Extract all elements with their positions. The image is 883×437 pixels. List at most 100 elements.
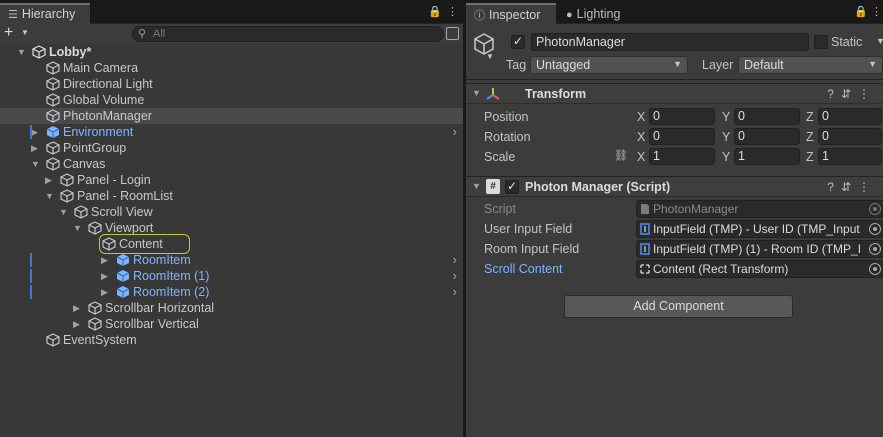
static-checkbox[interactable] xyxy=(814,35,828,49)
foldout-open-icon[interactable]: ▼ xyxy=(45,188,55,204)
axis-label-z[interactable]: Z xyxy=(806,150,814,164)
position-y-field[interactable]: 0 xyxy=(734,108,800,125)
axis-label-z[interactable]: Z xyxy=(806,130,814,144)
tab-hierarchy[interactable]: ☰ Hierarchy xyxy=(0,3,90,24)
active-checkbox[interactable] xyxy=(511,34,525,49)
tab-inspector[interactable]: ⓘ Inspector xyxy=(466,3,556,24)
axis-label-x[interactable]: X xyxy=(637,110,645,124)
more-options-icon[interactable]: ⋮ xyxy=(871,5,882,18)
hierarchy-row[interactable]: ▶ Panel - Login xyxy=(0,172,463,188)
axis-label-x[interactable]: X xyxy=(637,130,645,144)
hierarchy-row[interactable]: Global Volume xyxy=(0,92,463,108)
hierarchy-row[interactable]: Main Camera xyxy=(0,60,463,76)
list-icon: ☰ xyxy=(8,9,18,21)
prefab-open-chevron-icon[interactable]: › xyxy=(453,252,457,268)
lock-icon[interactable]: 🔒 xyxy=(854,5,868,18)
component-options-icons[interactable]: ?⇵⋮ xyxy=(827,87,877,101)
foldout-open-icon[interactable]: ▼ xyxy=(59,204,69,220)
search-options-icon[interactable] xyxy=(446,27,459,40)
object-picker-icon[interactable] xyxy=(869,243,881,255)
axis-label-y[interactable]: Y xyxy=(722,150,730,164)
foldout-open-icon[interactable]: ▼ xyxy=(472,88,481,98)
hierarchy-item-label: Directional Light xyxy=(63,77,153,91)
hierarchy-row[interactable]: ▶ RoomItem (2) › xyxy=(0,284,463,300)
lock-icon[interactable]: 🔒 xyxy=(428,5,442,18)
search-placeholder: All xyxy=(153,28,166,40)
hierarchy-item-label: PhotonManager xyxy=(63,109,152,123)
foldout-closed-icon[interactable]: ▶ xyxy=(73,300,83,316)
hierarchy-row[interactable]: ▶ PointGroup xyxy=(0,140,463,156)
gameobject-cube-icon xyxy=(60,189,74,203)
user-input-object-field[interactable]: InputField (TMP) - User ID (TMP_Input xyxy=(636,220,883,238)
scale-label: Scale xyxy=(484,150,516,164)
axis-label-y[interactable]: Y xyxy=(722,110,730,124)
transform-component-header[interactable]: ▼ Transform ?⇵⋮ xyxy=(466,83,883,104)
room-input-object-field[interactable]: InputField (TMP) (1) - Room ID (TMP_I xyxy=(636,240,883,258)
add-component-button[interactable]: Add Component xyxy=(564,295,793,318)
prefab-open-chevron-icon[interactable]: › xyxy=(453,284,457,300)
foldout-open-icon[interactable]: ▼ xyxy=(472,181,481,191)
foldout-open-icon[interactable]: ▼ xyxy=(73,220,83,236)
foldout-open-icon[interactable]: ▼ xyxy=(31,156,41,172)
hierarchy-row[interactable]: EventSystem xyxy=(0,332,463,348)
hierarchy-row[interactable]: ▼ Panel - RoomList xyxy=(0,188,463,204)
chevron-down-icon[interactable]: ▼ xyxy=(21,28,29,37)
constrain-proportions-icon[interactable]: ⛓ xyxy=(614,149,628,162)
component-options-icons[interactable]: ?⇵⋮ xyxy=(827,180,877,194)
hierarchy-row[interactable]: ▼ Viewport xyxy=(0,220,463,236)
rotation-x-field[interactable]: 0 xyxy=(649,128,715,145)
position-label: Position xyxy=(484,110,529,124)
chevron-down-icon[interactable]: ▼ xyxy=(876,36,883,46)
rotation-y-field[interactable]: 0 xyxy=(734,128,800,145)
prefab-open-chevron-icon[interactable]: › xyxy=(453,268,457,284)
hierarchy-row[interactable]: ▼ Scroll View xyxy=(0,204,463,220)
search-input[interactable]: ⚲ All xyxy=(132,26,444,42)
position-x-field[interactable]: 0 xyxy=(649,108,715,125)
object-picker-icon[interactable] xyxy=(869,263,881,275)
hierarchy-row[interactable]: ▶ RoomItem (1) › xyxy=(0,268,463,284)
foldout-closed-icon[interactable]: ▶ xyxy=(45,172,55,188)
script-component-header[interactable]: ▼ # Photon Manager (Script) ?⇵⋮ xyxy=(466,176,883,197)
tab-lighting[interactable]: ● Lighting xyxy=(558,3,648,24)
hierarchy-row[interactable]: ▶ Environment › xyxy=(0,124,463,140)
script-enabled-checkbox[interactable] xyxy=(505,179,519,194)
hierarchy-row[interactable]: ▼ Canvas xyxy=(0,156,463,172)
hierarchy-row[interactable]: ▶ Scrollbar Horizontal xyxy=(0,300,463,316)
scale-z-field[interactable]: 1 xyxy=(818,148,882,165)
scale-y-field[interactable]: 1 xyxy=(734,148,800,165)
more-options-icon[interactable]: ⋮ xyxy=(447,5,458,18)
rotation-label: Rotation xyxy=(484,130,531,144)
hierarchy-row[interactable]: Directional Light xyxy=(0,76,463,92)
foldout-closed-icon[interactable]: ▶ xyxy=(31,124,41,140)
hierarchy-tab-bar: ☰ Hierarchy 🔒 ⋮ xyxy=(0,0,463,24)
object-picker-icon[interactable] xyxy=(869,223,881,235)
chevron-down-icon: ▼ xyxy=(673,59,682,69)
axis-label-z[interactable]: Z xyxy=(806,110,814,124)
gameobject-cube-icon xyxy=(46,93,60,107)
foldout-closed-icon[interactable]: ▶ xyxy=(101,268,111,284)
axis-label-y[interactable]: Y xyxy=(722,130,730,144)
foldout-closed-icon[interactable]: ▶ xyxy=(101,284,111,300)
hierarchy-row[interactable]: ▶ Scrollbar Vertical xyxy=(0,316,463,332)
foldout-open-icon[interactable]: ▼ xyxy=(17,44,27,60)
scroll-content-object-field[interactable]: Content (Rect Transform) xyxy=(636,260,883,278)
scale-x-field[interactable]: 1 xyxy=(649,148,715,165)
foldout-closed-icon[interactable]: ▶ xyxy=(101,252,111,268)
foldout-closed-icon[interactable]: ▶ xyxy=(31,140,41,156)
hierarchy-panel: ☰ Hierarchy 🔒 ⋮ + ▼ ⚲ All ▼ Lobby* Main Cam… xyxy=(0,0,463,437)
foldout-closed-icon[interactable]: ▶ xyxy=(73,316,83,332)
position-z-field[interactable]: 0 xyxy=(818,108,882,125)
axis-label-x[interactable]: X xyxy=(637,150,645,164)
tag-dropdown[interactable]: Untagged ▼ xyxy=(530,56,688,74)
hierarchy-row[interactable]: ▼ Lobby* xyxy=(0,44,463,60)
chevron-down-icon[interactable]: ▼ xyxy=(486,52,494,61)
hierarchy-row[interactable]: Content xyxy=(0,234,463,254)
prefab-open-chevron-icon[interactable]: › xyxy=(453,124,457,140)
hierarchy-row[interactable]: PhotonManager xyxy=(0,108,463,124)
hierarchy-row[interactable]: ▶ RoomItem › xyxy=(0,252,463,268)
create-plus-button[interactable]: + xyxy=(4,24,13,42)
layer-dropdown[interactable]: Default ▼ xyxy=(738,56,883,74)
object-name-field[interactable]: PhotonManager xyxy=(531,33,809,51)
hierarchy-item-label: PointGroup xyxy=(63,141,127,155)
rotation-z-field[interactable]: 0 xyxy=(818,128,882,145)
